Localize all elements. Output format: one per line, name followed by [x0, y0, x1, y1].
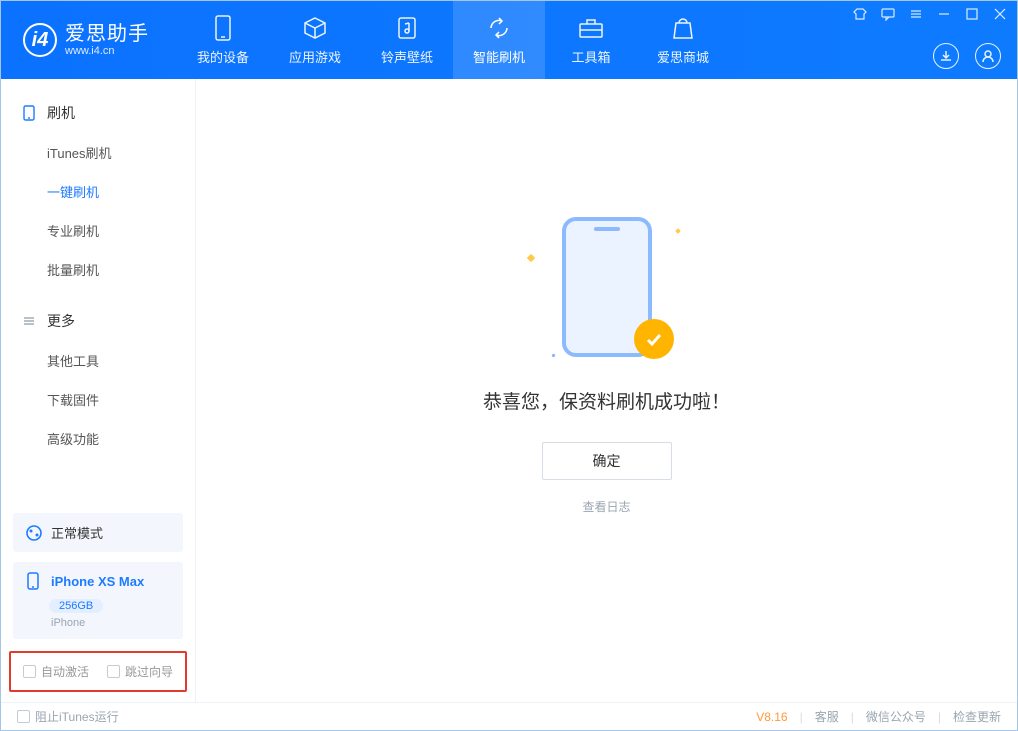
checkbox-auto-activate[interactable]: 自动激活: [23, 663, 89, 680]
sidebar-item-download[interactable]: 下载固件: [1, 380, 195, 419]
version-label: V8.16: [756, 710, 787, 724]
list-icon: [21, 313, 37, 329]
sidebar-item-pro[interactable]: 专业刷机: [1, 211, 195, 250]
app-name: 爱思助手: [65, 23, 149, 45]
checkbox-label: 阻止iTunes运行: [35, 708, 119, 725]
check-badge-icon: [634, 319, 674, 359]
tab-label: 智能刷机: [473, 47, 525, 66]
section-label: 更多: [47, 311, 75, 331]
separator: |: [938, 710, 941, 724]
feedback-icon[interactable]: [881, 7, 895, 21]
titlebar-controls: [853, 7, 1007, 21]
tab-label: 工具箱: [571, 47, 610, 66]
device-icon: [210, 15, 236, 41]
sidebar-item-onekey[interactable]: 一键刷机: [1, 172, 195, 211]
sidebar: 刷机 iTunes刷机 一键刷机 专业刷机 批量刷机 更多 其他工具 下载固件 …: [1, 79, 196, 702]
device-box[interactable]: iPhone XS Max 256GB iPhone: [13, 562, 183, 639]
tab-label: 我的设备: [197, 47, 249, 66]
sidebar-item-advanced[interactable]: 高级功能: [1, 419, 195, 458]
link-wechat[interactable]: 微信公众号: [866, 708, 926, 725]
link-service[interactable]: 客服: [815, 708, 839, 725]
toolbox-icon: [578, 15, 604, 41]
cube-icon: [302, 15, 328, 41]
sparkle-icon: [526, 253, 534, 261]
device-name: iPhone XS Max: [51, 574, 144, 589]
success-message: 恭喜您，保资料刷机成功啦！: [483, 387, 730, 414]
header: i4 爱思助手 www.i4.cn 我的设备 应用游戏 铃声壁纸 智能刷机 工具…: [1, 1, 1017, 79]
user-icon[interactable]: [975, 43, 1001, 69]
checkbox-label: 自动激活: [41, 663, 89, 680]
device-storage: 256GB: [49, 599, 103, 613]
section-flash: 刷机: [1, 93, 195, 133]
bag-icon: [670, 15, 696, 41]
checkbox-label: 跳过向导: [125, 663, 173, 680]
checkbox-block-itunes[interactable]: 阻止iTunes运行: [17, 708, 119, 725]
link-update[interactable]: 检查更新: [953, 708, 1001, 725]
music-icon: [394, 15, 420, 41]
footer: 阻止iTunes运行 V8.16 | 客服 | 微信公众号 | 检查更新: [1, 702, 1017, 730]
section-label: 刷机: [47, 103, 75, 123]
tab-store[interactable]: 爱思商城: [637, 1, 729, 79]
tab-label: 爱思商城: [657, 47, 709, 66]
phone-icon: [21, 105, 37, 121]
tab-device[interactable]: 我的设备: [177, 1, 269, 79]
device-icon: [25, 572, 43, 590]
success-illustration: [522, 207, 692, 367]
tab-label: 应用游戏: [289, 47, 341, 66]
header-action-icons: [933, 43, 1001, 69]
view-log-link[interactable]: 查看日志: [582, 498, 630, 515]
logo-text: 爱思助手 www.i4.cn: [65, 23, 149, 57]
device-type: iPhone: [51, 617, 171, 629]
tab-label: 铃声壁纸: [381, 47, 433, 66]
body: 刷机 iTunes刷机 一键刷机 专业刷机 批量刷机 更多 其他工具 下载固件 …: [1, 79, 1017, 702]
tab-apps[interactable]: 应用游戏: [269, 1, 361, 79]
logo-icon: i4: [23, 23, 57, 57]
sidebar-item-other[interactable]: 其他工具: [1, 341, 195, 380]
menu-icon[interactable]: [909, 7, 923, 21]
maximize-icon[interactable]: [965, 7, 979, 21]
sidebar-item-batch[interactable]: 批量刷机: [1, 250, 195, 289]
separator: |: [851, 710, 854, 724]
section-more: 更多: [1, 301, 195, 341]
app-url: www.i4.cn: [65, 45, 149, 57]
skin-icon[interactable]: [853, 7, 867, 21]
sidebar-item-itunes[interactable]: iTunes刷机: [1, 133, 195, 172]
close-icon[interactable]: [993, 7, 1007, 21]
ok-button[interactable]: 确定: [542, 442, 672, 480]
tab-ringtone[interactable]: 铃声壁纸: [361, 1, 453, 79]
main-content: 恭喜您，保资料刷机成功啦！ 确定 查看日志: [196, 79, 1017, 702]
refresh-icon: [486, 15, 512, 41]
tab-tools[interactable]: 工具箱: [545, 1, 637, 79]
separator: |: [800, 710, 803, 724]
mode-icon: [25, 524, 43, 542]
sparkle-icon: [551, 353, 555, 357]
logo[interactable]: i4 爱思助手 www.i4.cn: [1, 1, 169, 79]
download-icon[interactable]: [933, 43, 959, 69]
checkbox-skip-guide[interactable]: 跳过向导: [107, 663, 173, 680]
minimize-icon[interactable]: [937, 7, 951, 21]
mode-label: 正常模式: [51, 523, 103, 542]
main-tabs: 我的设备 应用游戏 铃声壁纸 智能刷机 工具箱 爱思商城: [177, 1, 729, 79]
options-highlight-box: 自动激活 跳过向导: [9, 651, 187, 692]
mode-box[interactable]: 正常模式: [13, 513, 183, 552]
tab-flash[interactable]: 智能刷机: [453, 1, 545, 79]
sparkle-icon: [675, 228, 681, 234]
